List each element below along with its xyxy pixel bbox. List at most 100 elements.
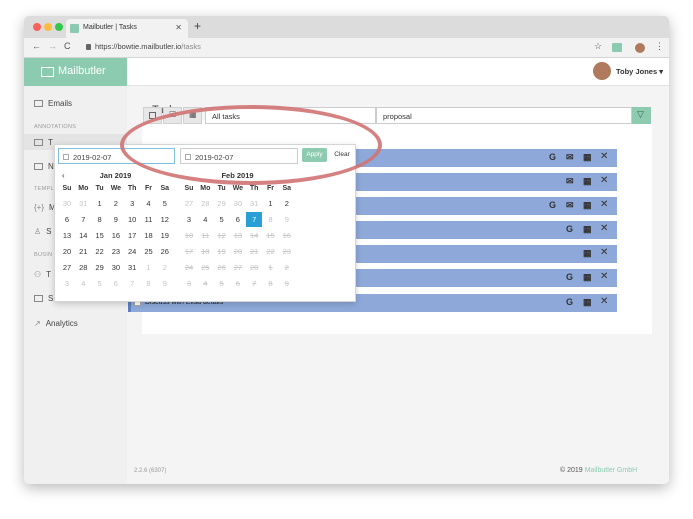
bookmark-star-icon[interactable]: ☆ (594, 41, 602, 52)
calendar-day[interactable]: 6 (230, 212, 246, 227)
calendar-day[interactable]: 11 (141, 212, 157, 227)
calendar-day[interactable]: 15 (92, 228, 108, 243)
calendar-day[interactable]: 3 (59, 276, 75, 291)
profile-icon[interactable] (635, 43, 645, 53)
calendar-day[interactable]: 4 (75, 276, 91, 291)
google-icon[interactable]: G (566, 297, 573, 307)
close-icon[interactable]: ✕ (600, 271, 608, 282)
sidebar-item-notes[interactable]: N (34, 162, 54, 171)
calendar-day[interactable]: 14 (75, 228, 91, 243)
calendar-day[interactable]: 13 (59, 228, 75, 243)
close-icon[interactable]: ✕ (600, 296, 608, 307)
calendar-day[interactable]: 17 (124, 228, 140, 243)
calendar-day[interactable]: 28 (75, 260, 91, 275)
calendar-day[interactable]: 5 (157, 196, 173, 211)
menu-icon[interactable]: ⋮ (655, 41, 664, 52)
google-icon[interactable]: G (566, 224, 573, 234)
table-icon[interactable]: ▦ (583, 297, 592, 308)
calendar-day[interactable]: 12 (157, 212, 173, 227)
calendar-day[interactable]: 7 (124, 276, 140, 291)
maximize-window-icon[interactable] (55, 23, 63, 31)
calendar-day[interactable]: 26 (157, 244, 173, 259)
google-icon[interactable]: G (549, 152, 556, 162)
calendar-day[interactable]: 6 (108, 276, 124, 291)
close-icon[interactable]: ✕ (600, 175, 608, 186)
google-icon[interactable]: G (566, 272, 573, 282)
search-input[interactable]: proposal (376, 107, 632, 124)
calendar-day[interactable]: 1 (263, 196, 279, 211)
calendar-day[interactable]: 5 (92, 276, 108, 291)
google-icon[interactable]: G (549, 200, 556, 210)
logo[interactable]: Mailbutler (24, 58, 127, 86)
close-window-icon[interactable] (33, 23, 41, 31)
calendar-day[interactable]: 8 (141, 276, 157, 291)
calendar-day[interactable]: 4 (141, 196, 157, 211)
calendar-day[interactable]: 20 (59, 244, 75, 259)
calendar-day[interactable]: 21 (75, 244, 91, 259)
calendar-day[interactable]: 4 (197, 212, 213, 227)
calendar-day[interactable]: 6 (59, 212, 75, 227)
calendar-day[interactable]: 3 (124, 196, 140, 211)
calendar-day[interactable]: 29 (214, 196, 230, 211)
calendar-day-selected[interactable]: 7 (246, 212, 263, 227)
sidebar-item-templates-1[interactable]: {+} M (34, 203, 56, 212)
calendar-day[interactable]: 19 (157, 228, 173, 243)
table-badge-icon[interactable]: ▦ (583, 176, 592, 187)
extension-icon[interactable] (612, 43, 622, 52)
close-icon[interactable]: ✕ (600, 247, 608, 258)
calendar-day[interactable]: 23 (108, 244, 124, 259)
reload-icon[interactable]: C (64, 41, 71, 51)
sidebar-item-tasks[interactable]: T (34, 138, 53, 147)
calendar-day[interactable]: 9 (279, 212, 295, 227)
table-icon[interactable]: ▦ (583, 248, 592, 259)
tab-close-icon[interactable]: ✕ (175, 23, 182, 32)
calendar-day[interactable]: 8 (263, 212, 279, 227)
user-menu[interactable]: Toby Jones ▾ (616, 67, 663, 76)
calendar-day[interactable]: 28 (197, 196, 213, 211)
calendar-day[interactable]: 1 (141, 260, 157, 275)
calendar-day[interactable]: 1 (92, 196, 108, 211)
filter-button[interactable]: ▽ (632, 107, 651, 124)
close-icon[interactable]: ✕ (600, 223, 608, 234)
calendar-day[interactable]: 31 (75, 196, 91, 211)
calendar-day[interactable]: 5 (214, 212, 230, 227)
calendar-day[interactable]: 2 (279, 196, 295, 211)
calendar-day[interactable]: 31 (246, 196, 262, 211)
calendar-day[interactable]: 30 (59, 196, 75, 211)
table-badge-icon[interactable]: ▦ (583, 224, 592, 235)
calendar-day[interactable]: 9 (108, 212, 124, 227)
calendar-day[interactable]: 18 (141, 228, 157, 243)
calendar-day[interactable]: 16 (108, 228, 124, 243)
close-icon[interactable]: ✕ (600, 199, 608, 210)
new-tab-icon[interactable]: + (194, 19, 201, 33)
calendar-day[interactable]: 2 (108, 196, 124, 211)
previous-month-icon[interactable]: ‹ (62, 169, 65, 183)
avatar[interactable] (593, 62, 611, 80)
calendar-day[interactable]: 7 (75, 212, 91, 227)
minimize-window-icon[interactable] (44, 23, 52, 31)
back-icon[interactable]: ← (32, 41, 41, 51)
calendar-day[interactable]: 10 (124, 212, 140, 227)
browser-tab[interactable]: Mailbutler | Tasks ✕ (66, 19, 188, 38)
forward-icon[interactable]: → (48, 41, 57, 51)
calendar-day[interactable]: 2 (157, 260, 173, 275)
calendar-day[interactable]: 24 (124, 244, 140, 259)
sidebar-item-business-1[interactable]: ⚇ T (34, 270, 51, 279)
close-icon[interactable]: ✕ (600, 151, 608, 162)
calendar-day[interactable]: 30 (230, 196, 246, 211)
calendar-day[interactable]: 25 (141, 244, 157, 259)
calendar-day[interactable]: 27 (181, 196, 197, 211)
envelope-open-icon[interactable]: ✉ (566, 176, 574, 187)
calendar-day[interactable]: 8 (92, 212, 108, 227)
envelope-open-icon[interactable]: ✉ (566, 152, 574, 163)
calendar-day[interactable]: 3 (181, 212, 197, 227)
calendar-day[interactable]: 30 (108, 260, 124, 275)
calendar-day[interactable]: 29 (92, 260, 108, 275)
calendar-day[interactable]: 9 (157, 276, 173, 291)
table-icon[interactable]: ▦ (583, 152, 592, 163)
calendar-day[interactable]: 22 (92, 244, 108, 259)
envelope-open-icon[interactable]: ✉ (566, 200, 574, 211)
sidebar-item-templates-2[interactable]: ♙ S (34, 227, 52, 236)
url-field[interactable]: https://bowtie.mailbutler.io/tasks (95, 42, 201, 51)
company-link[interactable]: Mailbutler GmbH (585, 467, 638, 474)
